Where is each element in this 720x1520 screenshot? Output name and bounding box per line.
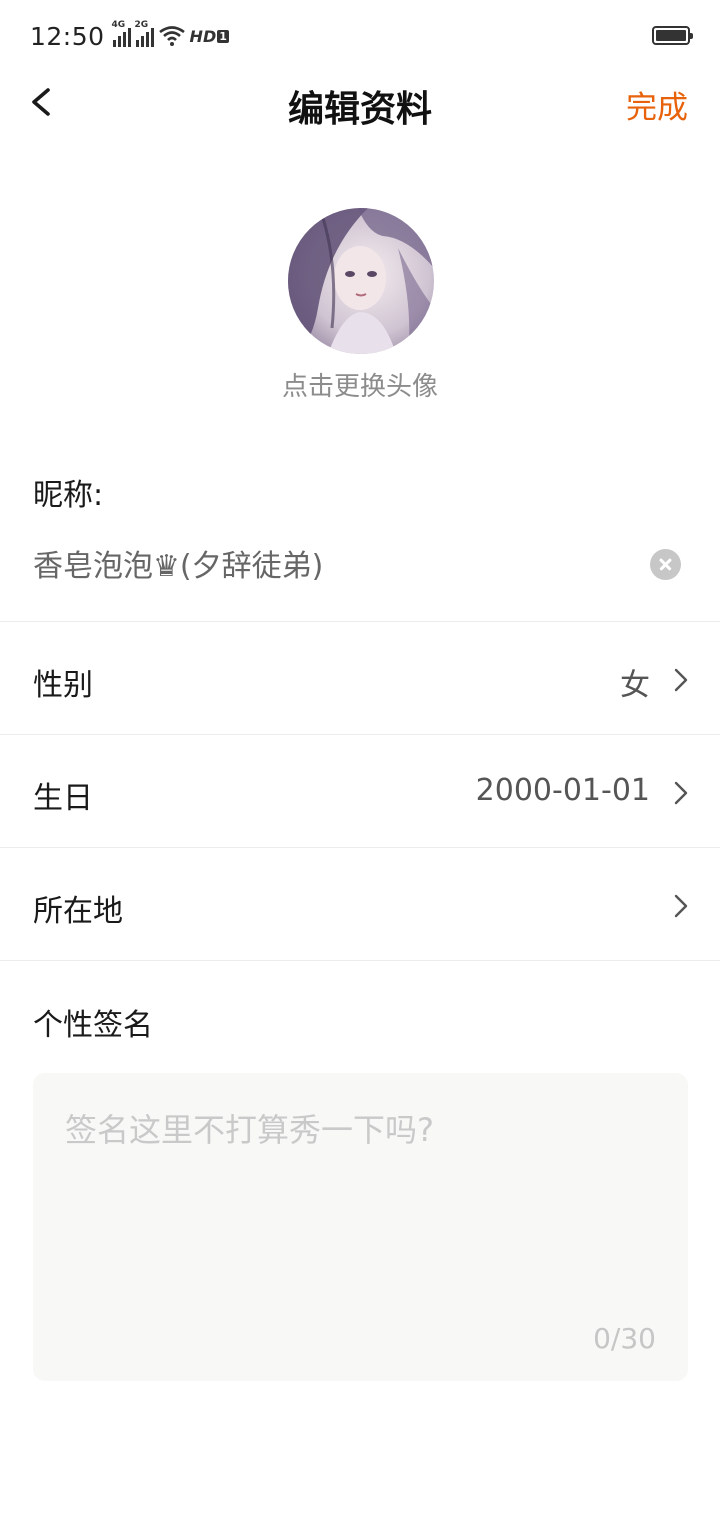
hd-call-icon: HD 1 [190, 27, 229, 46]
wifi-icon [158, 26, 185, 46]
row-location[interactable]: 所在地 [0, 848, 720, 960]
status-time: 12:50 [30, 21, 105, 51]
status-icons: 4G 2G HD 1 [112, 20, 229, 47]
nav-bar: 编辑资料 完成 [0, 72, 720, 132]
nickname-label: 昵称: [33, 478, 104, 513]
signal-2g-icon: 2G [135, 20, 154, 47]
row-birthday[interactable]: 生日 2000-01-01 [0, 735, 720, 847]
battery-icon [652, 26, 693, 45]
signature-placeholder: 签名这里不打算秀一下吗? [65, 1111, 434, 1149]
row-gender-label: 性别 [33, 668, 93, 703]
nickname-input[interactable]: 香皂泡泡♛(夕辞徒弟) [33, 544, 633, 590]
chevron-right-icon [674, 668, 688, 692]
chevron-right-icon [674, 894, 688, 918]
signature-input[interactable]: 签名这里不打算秀一下吗? 0/30 [33, 1073, 688, 1381]
done-button[interactable]: 完成 [626, 82, 688, 127]
status-bar: 12:50 4G 2G HD 1 [0, 0, 720, 72]
clear-icon[interactable] [650, 549, 681, 580]
network-type-label: 4G [111, 20, 126, 30]
avatar-change-hint[interactable]: 点击更换头像 [0, 366, 720, 403]
signature-char-count: 0/30 [593, 1322, 656, 1355]
page-title: 编辑资料 [287, 89, 432, 130]
chevron-right-icon [674, 781, 688, 805]
edit-profile-screen: 12:50 4G 2G HD 1 编辑资料 完成 点击更换头像 昵称: 香皂泡泡… [0, 0, 720, 1520]
signature-label: 个性签名 [33, 1008, 153, 1043]
avatar[interactable] [288, 208, 434, 354]
row-location-label: 所在地 [33, 894, 123, 929]
network-type-label: 2G [134, 20, 149, 30]
hd-label: HD [189, 26, 217, 46]
divider [0, 960, 720, 961]
row-birthday-label: 生日 [33, 781, 93, 816]
signal-4g-icon: 4G [112, 20, 131, 47]
row-gender-value: 女 [620, 668, 650, 703]
row-birthday-value: 2000-01-01 [475, 773, 650, 808]
row-gender[interactable]: 性别 女 [0, 622, 720, 734]
hd-index: 1 [217, 29, 229, 43]
